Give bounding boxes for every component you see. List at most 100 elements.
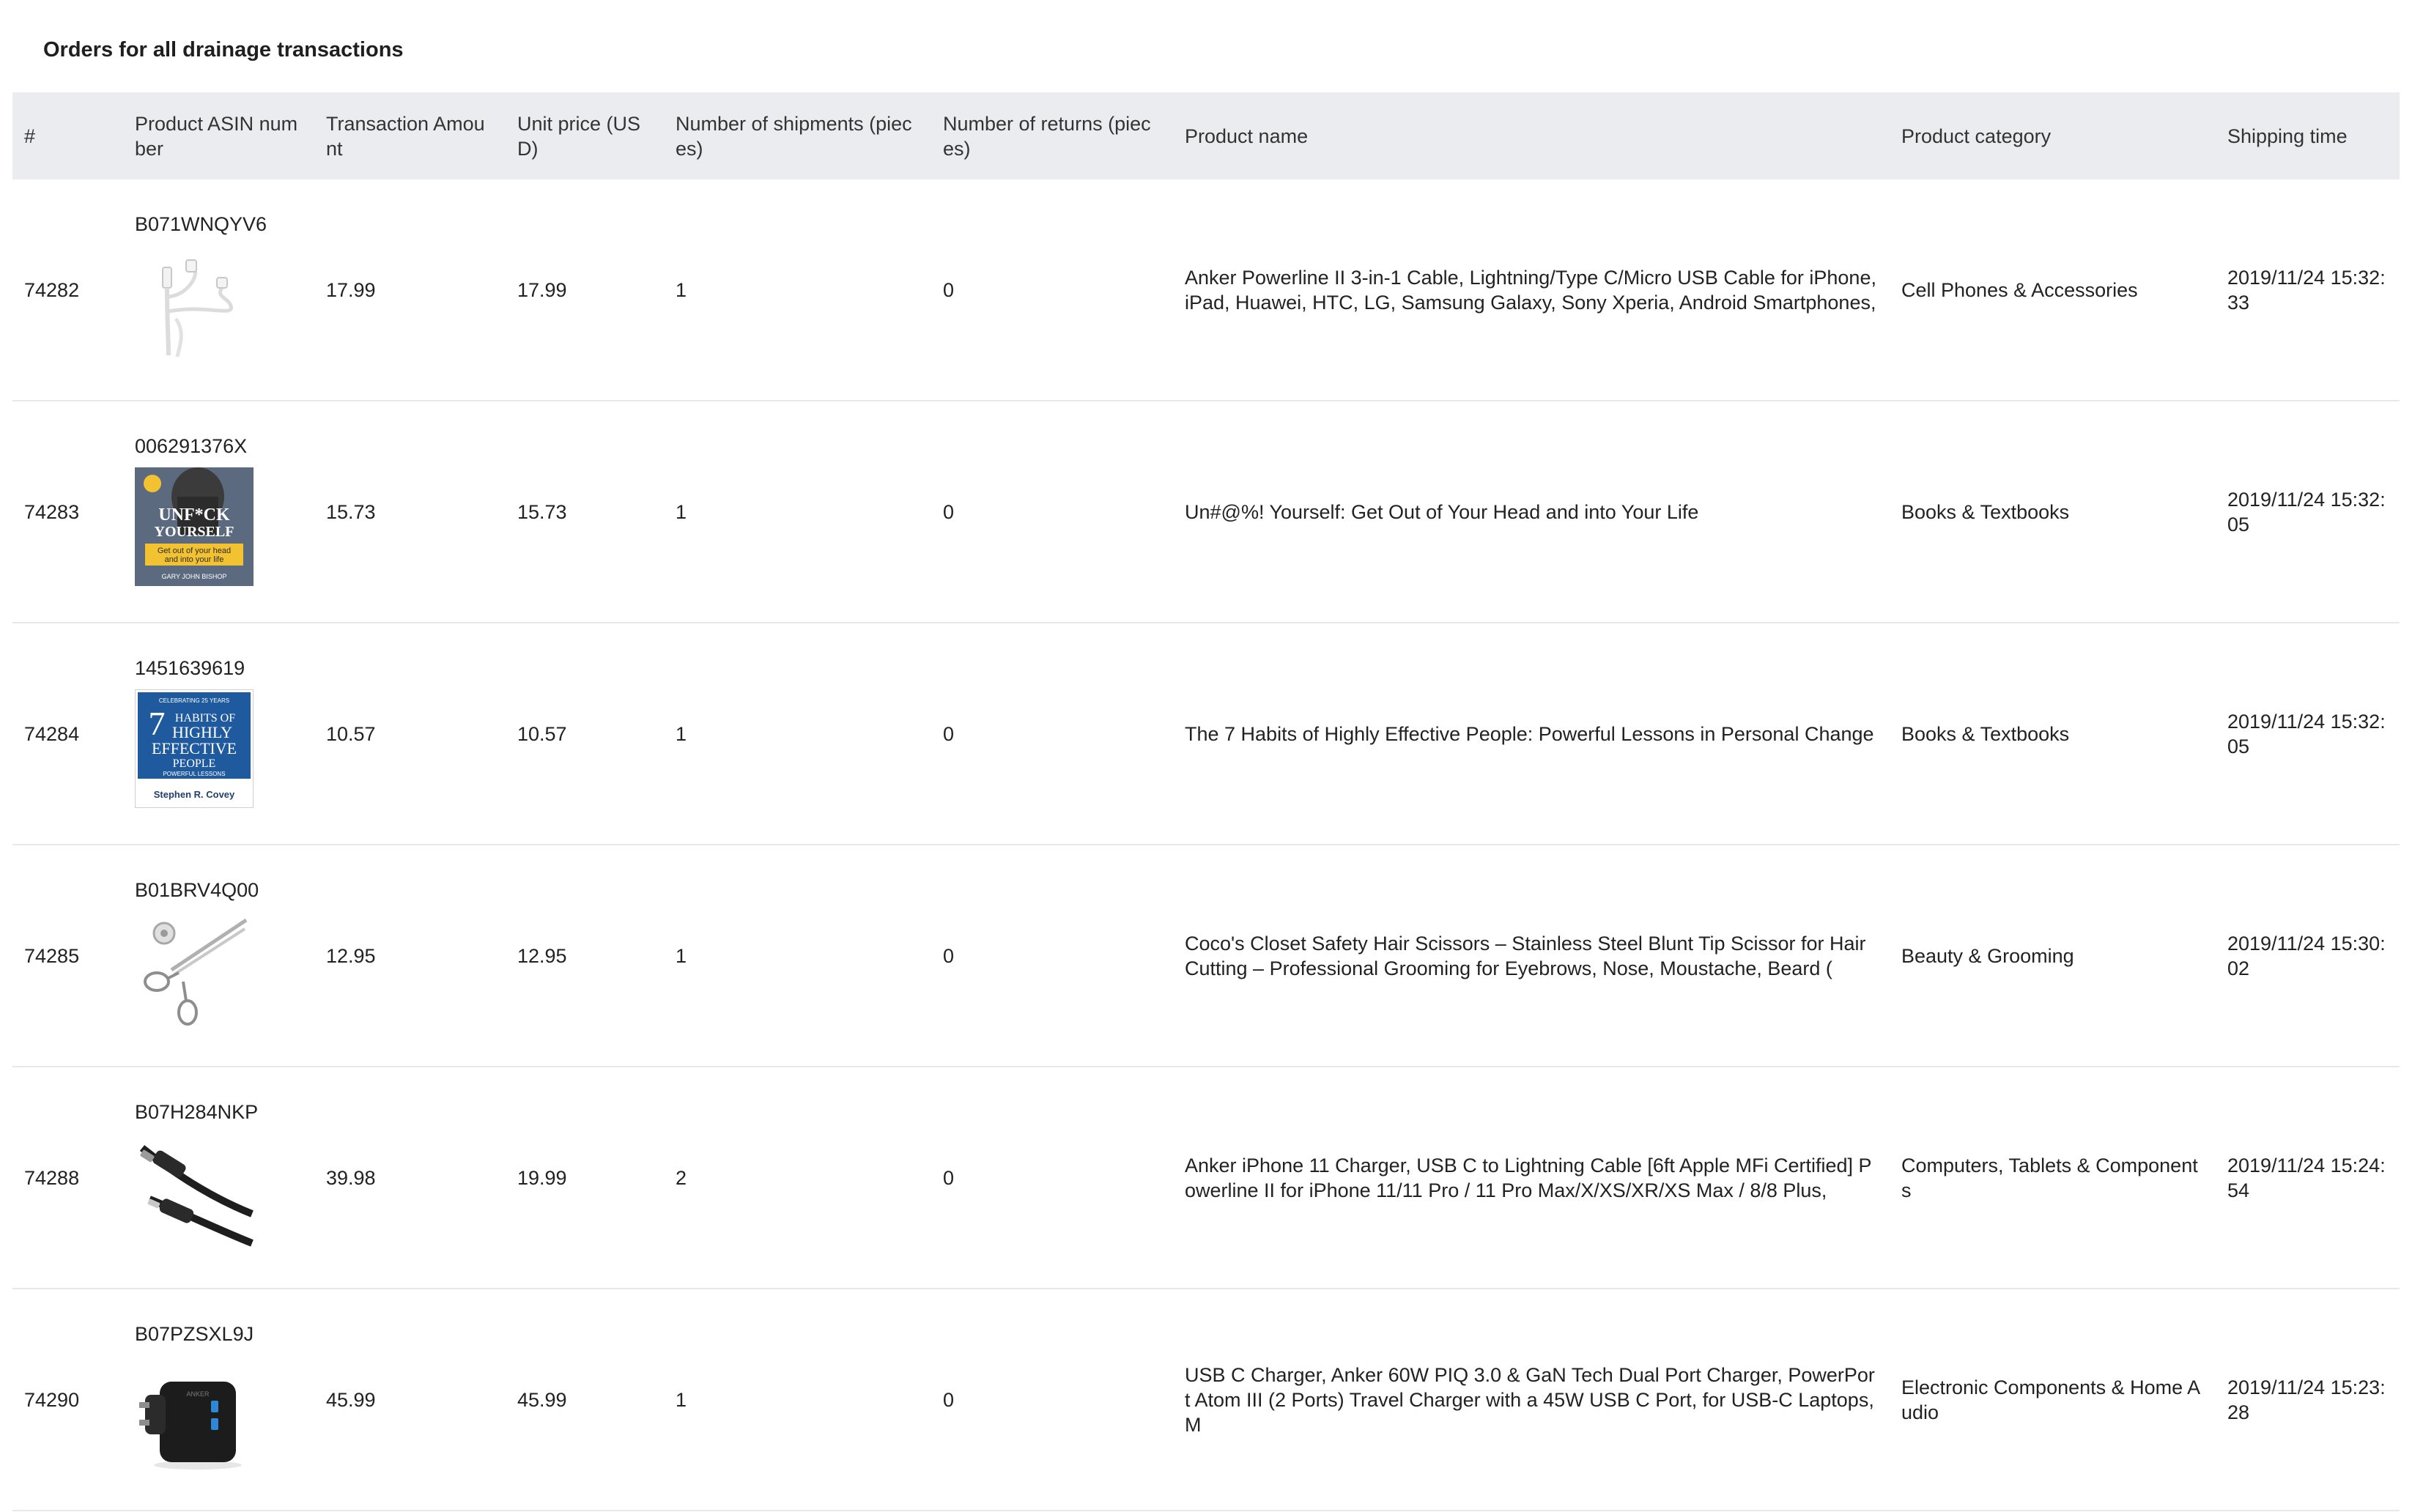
- asin-text[interactable]: 006291376X: [135, 434, 303, 459]
- book-top-line: CELEBRATING 25 YEARS: [159, 697, 229, 704]
- transaction-amount: 15.73: [314, 401, 506, 623]
- column-header-product-category[interactable]: Product category: [1890, 92, 2216, 179]
- unit-price: 17.99: [506, 179, 664, 401]
- product-name[interactable]: The 7 Habits of Highly Effective People:…: [1173, 623, 1890, 845]
- shipments-count: 2: [664, 1067, 931, 1289]
- unit-price: 45.99: [506, 1289, 664, 1511]
- table-row[interactable]: 74288 B07H284NKP 39.98 19.99 2 0 Anker i…: [12, 1067, 2400, 1289]
- transaction-amount: 39.98: [314, 1067, 506, 1289]
- shipments-count: 1: [664, 845, 931, 1067]
- returns-count: 0: [931, 401, 1173, 623]
- page-title: Orders for all drainage transactions: [43, 38, 404, 62]
- book-subtitle-line1: Get out of your head: [158, 546, 231, 555]
- scissors-icon: [135, 911, 254, 1030]
- unit-price: 19.99: [506, 1067, 664, 1289]
- unit-price: 10.57: [506, 623, 664, 845]
- returns-count: 0: [931, 179, 1173, 401]
- book-cover-image: UNF*CK YOURSELF Get out of your head and…: [135, 467, 254, 586]
- product-cell: B071WNQYV6: [123, 179, 314, 401]
- asin-text[interactable]: B01BRV4Q00: [135, 878, 303, 903]
- transaction-amount: 17.99: [314, 179, 506, 401]
- product-thumbnail-charger[interactable]: ANKER: [135, 1354, 254, 1474]
- book-line3: EFFECTIVE: [152, 739, 237, 757]
- product-thumbnail-scissors[interactable]: [135, 911, 254, 1030]
- shipments-count: 1: [664, 1289, 931, 1511]
- row-index: 74283: [12, 401, 123, 623]
- row-index: 74284: [12, 623, 123, 845]
- product-name[interactable]: USB C Charger, Anker 60W PIQ 3.0 & GaN T…: [1173, 1289, 1890, 1511]
- book-seven: 7: [149, 705, 166, 742]
- shipping-time: 2019/11/24 15:24:54: [2216, 1067, 2400, 1289]
- transaction-amount: 12.95: [314, 845, 506, 1067]
- shipping-time: 2019/11/24 15:23:28: [2216, 1289, 2400, 1511]
- product-thumbnail-lightning-cable[interactable]: [135, 1133, 254, 1252]
- transaction-amount: 10.57: [314, 623, 506, 845]
- returns-count: 0: [931, 1289, 1173, 1511]
- product-name[interactable]: Anker iPhone 11 Charger, USB C to Lightn…: [1173, 1067, 1890, 1289]
- wall-charger-icon: ANKER: [135, 1354, 254, 1474]
- column-header-product-name[interactable]: Product name: [1173, 92, 1890, 179]
- usb-cable-icon: [135, 245, 254, 364]
- column-header-unit-price[interactable]: Unit price (USD): [506, 92, 664, 179]
- book-author: Stephen R. Covey: [154, 789, 235, 800]
- book-tagline: POWERFUL LESSONS: [163, 771, 225, 777]
- row-index: 74282: [12, 179, 123, 401]
- product-name[interactable]: Un#@%! Yourself: Get Out of Your Head an…: [1173, 401, 1890, 623]
- product-cell: 006291376X UNF*CK YOURSELF Get out of yo…: [123, 401, 314, 623]
- table-header-row: # Product ASIN number Transaction Amount…: [12, 92, 2400, 179]
- table-row[interactable]: 74283 006291376X UNF*CK YOURSELF Get out: [12, 401, 2400, 623]
- product-thumbnail-book-7-habits[interactable]: CELEBRATING 25 YEARS 7 HABITS OF HIGHLY …: [135, 689, 254, 808]
- shipping-time: 2019/11/24 15:32:33: [2216, 179, 2400, 401]
- book-author: GARY JOHN BISHOP: [162, 573, 227, 580]
- product-category: Cell Phones & Accessories: [1890, 179, 2216, 401]
- product-cell: B01BRV4Q00: [123, 845, 314, 1067]
- product-category: Computers, Tablets & Components: [1890, 1067, 2216, 1289]
- returns-count: 0: [931, 1067, 1173, 1289]
- product-thumbnail-cable[interactable]: [135, 245, 254, 364]
- shipping-time: 2019/11/24 15:32:05: [2216, 401, 2400, 623]
- product-category: Electronic Components & Home Audio: [1890, 1289, 2216, 1511]
- orders-table: # Product ASIN number Transaction Amount…: [12, 92, 2400, 1511]
- product-name[interactable]: Anker Powerline II 3-in-1 Cable, Lightni…: [1173, 179, 1890, 401]
- returns-count: 0: [931, 845, 1173, 1067]
- book-cover-image: CELEBRATING 25 YEARS 7 HABITS OF HIGHLY …: [135, 689, 254, 808]
- asin-text[interactable]: B07H284NKP: [135, 1100, 303, 1124]
- shipping-time: 2019/11/24 15:32:05: [2216, 623, 2400, 845]
- table-row[interactable]: 74282 B071WNQYV6 17.99 17.99 1 0 Anker P…: [12, 179, 2400, 401]
- shipments-count: 1: [664, 401, 931, 623]
- usb-c-cable-icon: [135, 1133, 254, 1252]
- product-category: Books & Textbooks: [1890, 623, 2216, 845]
- product-name[interactable]: Coco's Closet Safety Hair Scissors – Sta…: [1173, 845, 1890, 1067]
- shipping-time: 2019/11/24 15:30:02: [2216, 845, 2400, 1067]
- column-header-asin[interactable]: Product ASIN number: [123, 92, 314, 179]
- table-row[interactable]: 74285 B01BRV4Q00 12.95 12.95 1 0 Coco's …: [12, 845, 2400, 1067]
- charger-brand: ANKER: [186, 1390, 210, 1398]
- returns-count: 0: [931, 623, 1173, 845]
- product-category: Books & Textbooks: [1890, 401, 2216, 623]
- orders-page: Orders for all drainage transactions # P…: [0, 0, 2412, 1512]
- asin-text[interactable]: B07PZSXL9J: [135, 1322, 303, 1346]
- product-cell: B07PZSXL9J ANKER: [123, 1289, 314, 1511]
- row-index: 74290: [12, 1289, 123, 1511]
- row-index: 74285: [12, 845, 123, 1067]
- product-cell: B07H284NKP: [123, 1067, 314, 1289]
- asin-text[interactable]: 1451639619: [135, 656, 303, 681]
- product-category: Beauty & Grooming: [1890, 845, 2216, 1067]
- unit-price: 12.95: [506, 845, 664, 1067]
- shipments-count: 1: [664, 179, 931, 401]
- column-header-shipments[interactable]: Number of shipments (pieces): [664, 92, 931, 179]
- column-header-returns[interactable]: Number of returns (pieces): [931, 92, 1173, 179]
- row-index: 74288: [12, 1067, 123, 1289]
- product-thumbnail-book-unfck[interactable]: UNF*CK YOURSELF Get out of your head and…: [135, 467, 254, 586]
- product-cell: 1451639619 CELEBRATING 25 YEARS 7 HABITS…: [123, 623, 314, 845]
- column-header-index[interactable]: #: [12, 92, 123, 179]
- table-row[interactable]: 74284 1451639619 CELEBRATING 25 YEARS 7 …: [12, 623, 2400, 845]
- book-line4: PEOPLE: [173, 757, 216, 770]
- asin-text[interactable]: B071WNQYV6: [135, 212, 303, 237]
- unit-price: 15.73: [506, 401, 664, 623]
- column-header-transaction-amount[interactable]: Transaction Amount: [314, 92, 506, 179]
- table-row[interactable]: 74290 B07PZSXL9J ANKER 45.99 45.99 1 0 U…: [12, 1289, 2400, 1511]
- column-header-shipping-time[interactable]: Shipping time: [2216, 92, 2400, 179]
- shipments-count: 1: [664, 623, 931, 845]
- transaction-amount: 45.99: [314, 1289, 506, 1511]
